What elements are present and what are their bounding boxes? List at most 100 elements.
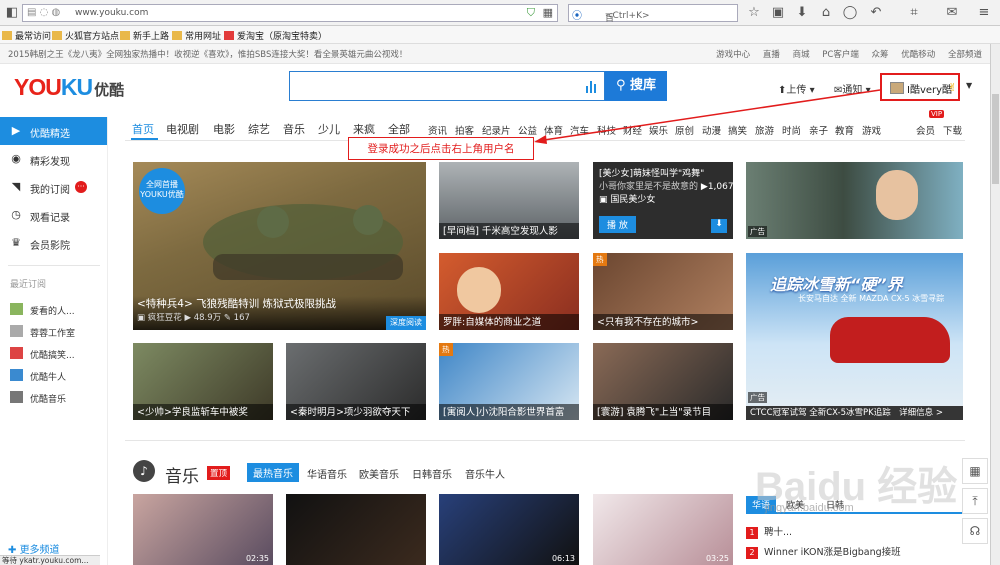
- scrollbar-thumb[interactable]: [992, 94, 999, 184]
- rss-icon: ◥: [11, 180, 21, 193]
- recent-item[interactable]: 优酷搞笑...: [0, 343, 107, 365]
- shield-icon[interactable]: ⛉: [527, 6, 535, 20]
- recent-item[interactable]: 蓉蓉工作室: [0, 321, 107, 343]
- topbar-notice[interactable]: 2015韩剧之王《龙八夷》全网独家热播中！收视逆《喜欢》，惟拍SBS连接大奖！看…: [8, 48, 407, 60]
- menu-icon[interactable]: ◧: [4, 5, 20, 21]
- tab-news[interactable]: 资讯: [428, 123, 447, 137]
- bookmark-common[interactable]: 常用网址: [172, 29, 221, 42]
- address-bar[interactable]: ▤ ◌ ◍ www.youku.com ⛉ ▦: [22, 4, 558, 22]
- tab-member[interactable]: 会员: [916, 123, 935, 137]
- topbar-link-mall[interactable]: 商城: [793, 50, 810, 60]
- recent-item[interactable]: 爱看的人...: [0, 299, 107, 321]
- car-ad[interactable]: 追踪冰雪新“硬”界 长安马自达 全新 MAZDA CX-5 冰雪寻踪 广告: [746, 253, 963, 419]
- reader-icon[interactable]: ▣: [770, 5, 786, 21]
- chevron-down-icon[interactable]: ▼: [966, 81, 972, 90]
- music-tab-western[interactable]: 欧美音乐: [359, 466, 399, 481]
- undo-icon[interactable]: ↶: [868, 5, 884, 21]
- youku-logo[interactable]: YOUKU 优酷: [14, 74, 124, 104]
- tab-paike[interactable]: 拍客: [455, 123, 474, 137]
- chart-item[interactable]: 1 聘十...: [746, 524, 792, 539]
- video-tile[interactable]: 热 <只有我不存在的城市>: [593, 253, 733, 330]
- music-video-tile[interactable]: 02:35: [133, 494, 273, 565]
- tab-music[interactable]: 音乐: [283, 121, 305, 137]
- video-tile[interactable]: [寰游] 袁腾飞"上当"录节目: [593, 343, 733, 420]
- tab-kids[interactable]: 少儿: [318, 121, 340, 137]
- sidebar-item-featured[interactable]: ▶ 优酷精选: [0, 117, 107, 145]
- browser-search-box[interactable]: ⦿ 百度 <Ctrl+K>: [568, 4, 738, 37]
- hero-video[interactable]: 全网首播 YOUKU优酷 <特种兵4> 飞狼残酷特训 炼狱式极限挑战 ▣ 疯狂豆花…: [133, 162, 426, 330]
- music-tab-chinese[interactable]: 华语音乐: [307, 466, 347, 481]
- bookmark-frequent[interactable]: 最常访问: [2, 29, 51, 42]
- bookmark-newbie[interactable]: 新手上路: [120, 29, 169, 42]
- crop-icon[interactable]: ⌗: [906, 5, 922, 21]
- video-tile[interactable]: [早间档] 千米高空发现人影: [439, 162, 579, 239]
- tab-movie[interactable]: 电影: [213, 121, 235, 137]
- music-title[interactable]: 音乐: [165, 462, 199, 487]
- bookmark-firefox[interactable]: 火狐官方站点: [52, 29, 119, 42]
- home-icon[interactable]: ⌂: [818, 5, 834, 21]
- video-tile[interactable]: <秦时明月>项少羽欲夺天下: [286, 343, 426, 420]
- hamburger-menu-icon[interactable]: ≡: [976, 5, 992, 21]
- hero-tag[interactable]: 深度阅读: [386, 316, 426, 330]
- video-title: <秦时明月>项少羽欲夺天下: [286, 404, 426, 420]
- hero-title[interactable]: <特种兵4> 飞狼残酷特训 炼狱式极限挑战: [137, 299, 422, 310]
- music-tab-jpkr[interactable]: 日韩音乐: [412, 466, 452, 481]
- topbar-link-live[interactable]: 直播: [763, 50, 780, 60]
- channel-thumbnail: [10, 391, 23, 403]
- sidebar-item-vip-cinema[interactable]: ♛ 会员影院: [0, 229, 107, 257]
- tab-laifeng[interactable]: 来疯: [353, 121, 375, 137]
- music-video-tile[interactable]: 03:25: [593, 494, 733, 565]
- ad-caption[interactable]: CTCC冠军试驾 全新CX-5冰雪PK追踪: [750, 408, 891, 418]
- chat-icon[interactable]: ◯: [842, 5, 858, 21]
- hot-badge: 热: [439, 343, 453, 356]
- video-tile[interactable]: [美少女]萌妹怪叫学"鸡舞"小哥你家里是不是故意的 ▶1,067万▣ 国民美少女…: [593, 162, 733, 239]
- star-icon[interactable]: ☆: [746, 5, 762, 21]
- topbar-link-all[interactable]: 全部频道: [948, 50, 982, 60]
- qr-code-icon[interactable]: ▦: [962, 458, 988, 484]
- ad-tile[interactable]: 广告: [746, 162, 963, 239]
- play-circle-icon: ▶: [11, 124, 21, 137]
- music-tab-talent[interactable]: 音乐牛人: [465, 466, 505, 481]
- bookmark-aitaobao[interactable]: 爱淘宝（原淘宝特卖）: [224, 29, 327, 42]
- car-image: [830, 317, 950, 363]
- video-tile[interactable]: 热 [寓阅人]小沈阳合影世界首富: [439, 343, 579, 420]
- comment-icon[interactable]: ✉: [944, 5, 960, 21]
- music-tab-hot[interactable]: 最热音乐: [247, 463, 299, 482]
- recent-item[interactable]: 优酷音乐: [0, 387, 107, 409]
- sidebar-item-subscriptions[interactable]: ◥ 我的订阅 ···: [0, 173, 107, 201]
- ad-more-link[interactable]: 详细信息 >: [899, 406, 943, 420]
- duration: 02:35: [245, 554, 269, 563]
- scrollbar[interactable]: [990, 44, 1000, 565]
- hot-badge: 热: [593, 253, 607, 266]
- hero-comments: 167: [233, 313, 250, 323]
- sidebar-item-history[interactable]: ◷ 观看记录: [0, 201, 107, 229]
- chart-item[interactable]: 2 Winner iKON涨是Bigbang接班: [746, 544, 901, 559]
- download-icon[interactable]: ⬇: [711, 219, 727, 233]
- download-icon[interactable]: ⬇: [794, 5, 810, 21]
- topbar-link-mobile[interactable]: 优酷移动: [901, 50, 935, 60]
- sidebar-item-discover[interactable]: ◉ 精彩发现: [0, 145, 107, 173]
- video-tile[interactable]: 罗胖:自媒体的商业之道: [439, 253, 579, 330]
- tab-all[interactable]: 全部: [388, 121, 410, 137]
- channel-thumbnail: [10, 303, 23, 315]
- ad-label: 广告: [748, 392, 767, 403]
- feedback-icon[interactable]: ☊: [962, 518, 988, 544]
- tab-tv[interactable]: 电视剧: [166, 121, 199, 137]
- play-button[interactable]: 播 放: [599, 216, 636, 233]
- more-channels-link[interactable]: ✚ 更多频道: [8, 541, 60, 556]
- topbar-link-pc-client[interactable]: PC客户端: [822, 50, 859, 60]
- topbar-link-game[interactable]: 游戏中心: [716, 50, 750, 60]
- tab-download[interactable]: 下载: [943, 123, 962, 137]
- topbar-link-crowdfund[interactable]: 众筹: [872, 50, 889, 60]
- music-video-tile[interactable]: [286, 494, 426, 565]
- recent-item[interactable]: 优酷牛人: [0, 365, 107, 387]
- video-tile[interactable]: <少帅>学良监斩车中被奖: [133, 343, 273, 420]
- tab-variety[interactable]: 综艺: [248, 121, 270, 137]
- back-to-top-icon[interactable]: ⤒: [962, 488, 988, 514]
- hero-channel[interactable]: 疯狂豆花: [148, 313, 182, 323]
- channel-thumbnail: [10, 369, 23, 381]
- tab-home[interactable]: 首页: [132, 121, 154, 137]
- qr-icon[interactable]: ▦: [543, 6, 553, 19]
- tab-documentary[interactable]: 纪录片: [482, 123, 511, 137]
- music-video-tile[interactable]: 06:13: [439, 494, 579, 565]
